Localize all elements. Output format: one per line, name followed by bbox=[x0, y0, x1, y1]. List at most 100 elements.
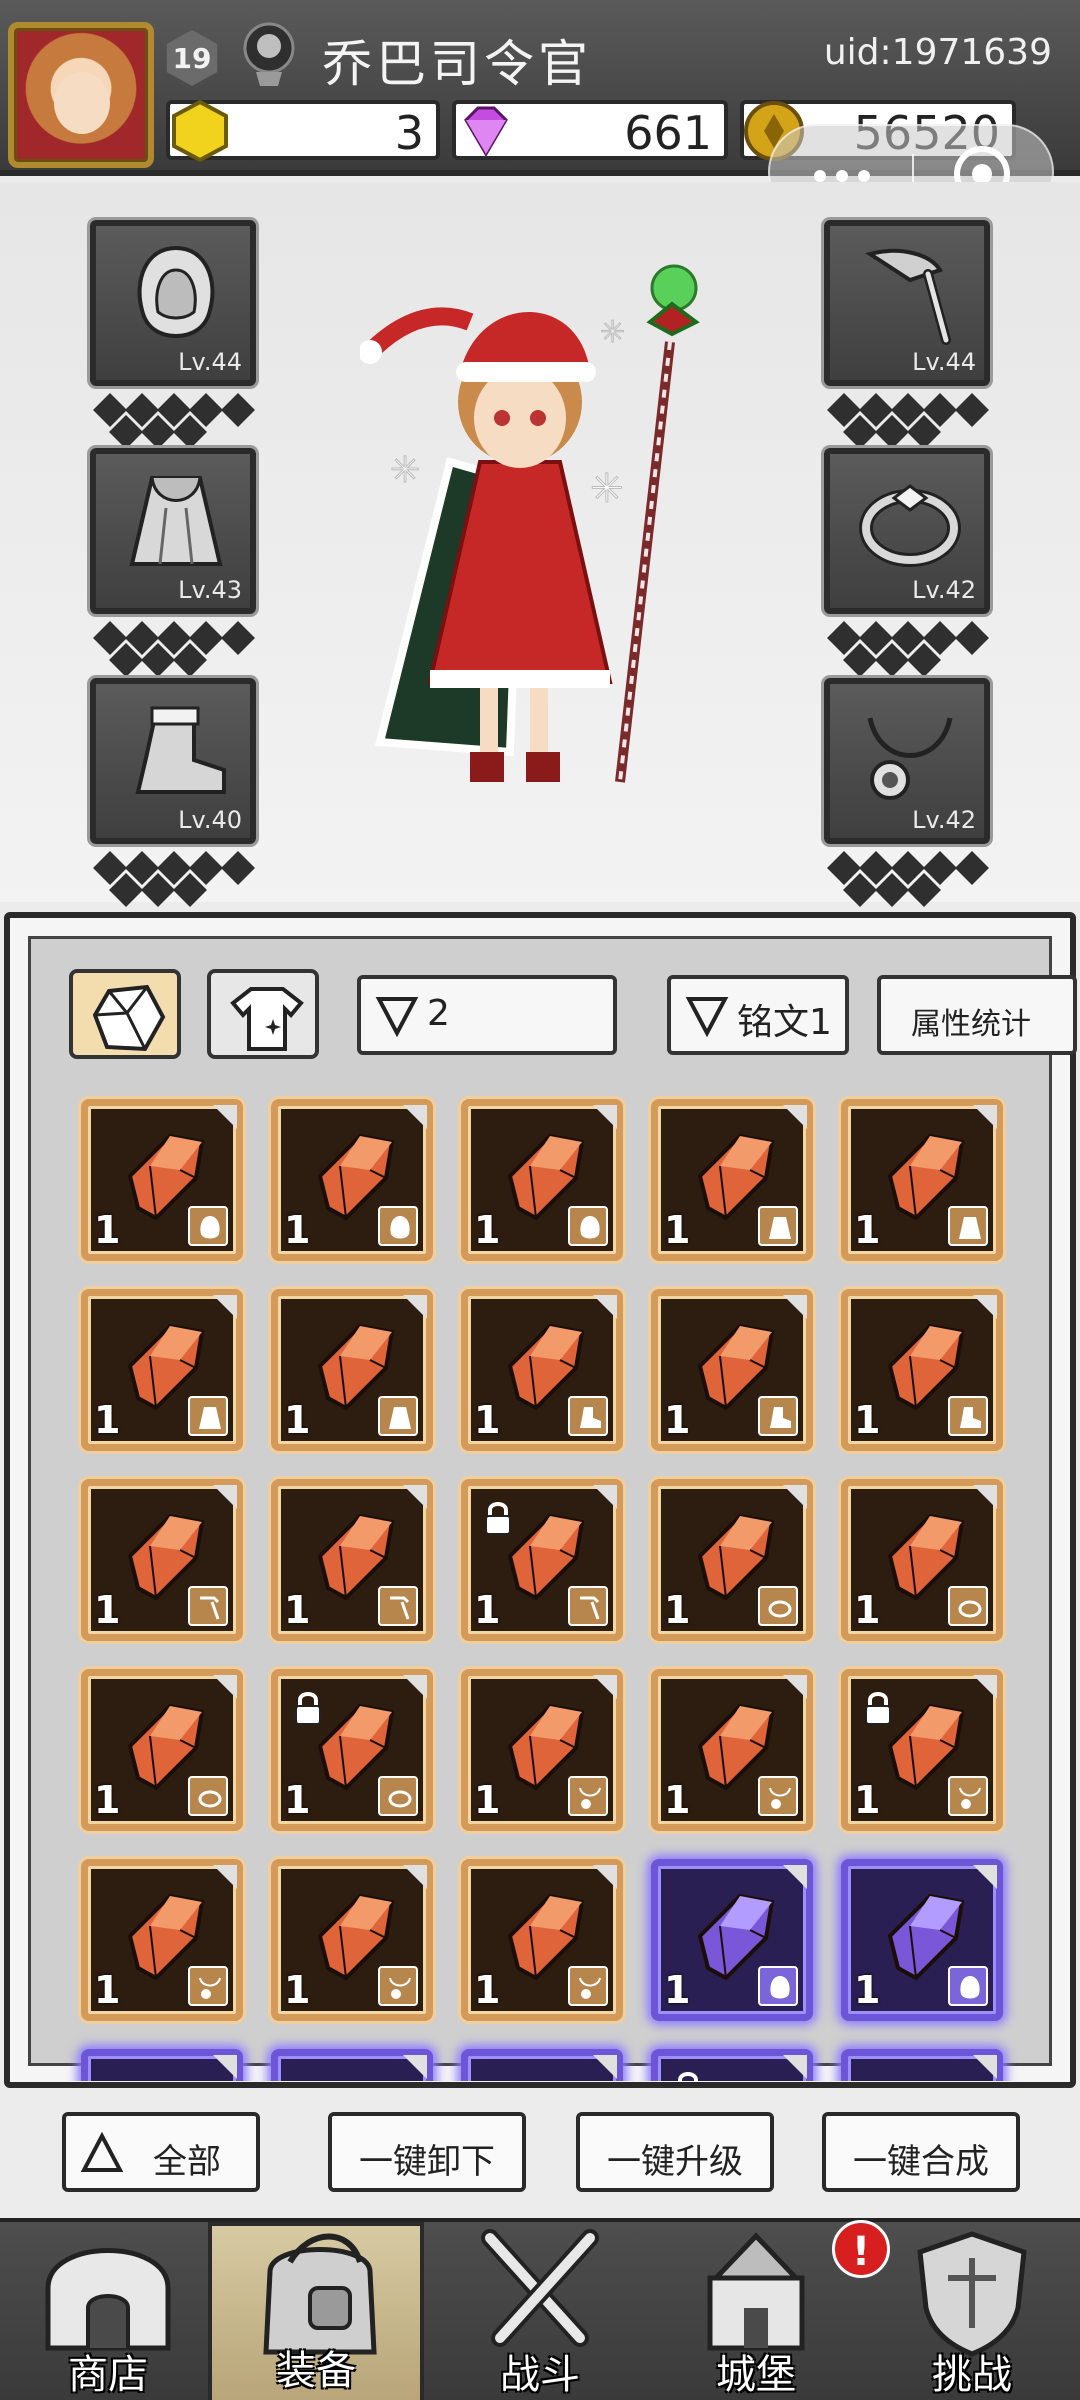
item-quantity: 1 bbox=[94, 1588, 121, 1632]
gem-sockets bbox=[824, 620, 990, 677]
rank-trophy-icon[interactable] bbox=[238, 20, 300, 92]
attribute-stats-label: 属性统计 bbox=[911, 1007, 1031, 1042]
staff-type-icon bbox=[200, 1596, 220, 1620]
castle-icon bbox=[707, 2232, 805, 2351]
bottom-nav: 商店 装备 战斗 城堡 挑战 bbox=[0, 2218, 1080, 2400]
more-icon[interactable] bbox=[814, 170, 870, 182]
shop-icon bbox=[45, 2248, 171, 2351]
filter-all-button[interactable]: 全部 bbox=[62, 2112, 260, 2192]
inventory-grid[interactable]: 1 1 1 1 1 1 1 1 1 1 1 1 1 1 1 1 1 1 1 1 1 1 1 1 1 bbox=[57, 1079, 1061, 2081]
item-quantity: 1 bbox=[284, 1778, 311, 1822]
hero-character[interactable]: ✳ ✳ ✳ bbox=[360, 222, 720, 822]
equip-slot-staff[interactable]: Lv.44 bbox=[824, 220, 990, 386]
inventory-item[interactable]: 1 bbox=[461, 1099, 623, 1261]
unload-all-button[interactable]: 一键卸下 bbox=[328, 2112, 526, 2192]
inventory-item[interactable] bbox=[651, 2049, 813, 2081]
inventory-item[interactable]: 1 bbox=[81, 1099, 243, 1261]
rune-crystal-icon bbox=[300, 2072, 410, 2081]
equip-slot-level: Lv.43 bbox=[178, 576, 242, 604]
inventory-item[interactable]: 1 bbox=[81, 1479, 243, 1641]
item-quantity: 1 bbox=[284, 1588, 311, 1632]
tab-outfit[interactable] bbox=[207, 969, 319, 1059]
attribute-stats-button[interactable]: 属性统计 bbox=[877, 975, 1077, 1055]
equip-slot-ring[interactable]: Lv.42 bbox=[824, 448, 990, 614]
item-type-badge bbox=[758, 1966, 798, 2006]
merge-all-button[interactable]: 一键合成 bbox=[822, 2112, 1020, 2192]
item-quantity: 1 bbox=[474, 1778, 501, 1822]
item-quantity: 1 bbox=[94, 1398, 121, 1442]
svg-text:✳: ✳ bbox=[390, 450, 420, 491]
inventory-item[interactable]: 1 bbox=[271, 1669, 433, 1831]
inventory-item[interactable]: 1 bbox=[841, 1289, 1003, 1451]
inventory-item[interactable]: 1 bbox=[461, 1289, 623, 1451]
svg-text:✳: ✳ bbox=[590, 466, 624, 512]
inventory-item[interactable]: 1 bbox=[841, 1859, 1003, 2021]
inventory-item[interactable]: 1 bbox=[651, 1859, 813, 2021]
inventory-item[interactable]: 1 bbox=[651, 1479, 813, 1641]
inventory-item[interactable]: 1 bbox=[81, 1289, 243, 1451]
item-quantity: 1 bbox=[664, 1398, 691, 1442]
currency-diamond-value: 661 bbox=[624, 106, 712, 160]
item-quantity: 1 bbox=[474, 1398, 501, 1442]
item-type-badge bbox=[188, 1586, 228, 1626]
equip-slot-boot[interactable]: Lv.40 bbox=[90, 678, 256, 844]
upgrade-all-button[interactable]: 一键升级 bbox=[576, 2112, 774, 2192]
nav-challenge[interactable]: 挑战 bbox=[864, 2222, 1080, 2400]
inventory-item[interactable]: 1 bbox=[271, 1479, 433, 1641]
item-type-badge bbox=[568, 1966, 608, 2006]
item-type-badge bbox=[758, 1396, 798, 1436]
player-level-badge: 19 bbox=[166, 30, 218, 86]
equip-slot-level: Lv.44 bbox=[912, 348, 976, 376]
item-quantity: 1 bbox=[94, 1208, 121, 1252]
inventory-item[interactable]: 1 bbox=[651, 1289, 813, 1451]
inventory-panel: 2 铭文1 属性统计 1 1 1 1 1 1 1 1 1 1 1 1 1 1 1 1 1 1 1 1 1 1 1 1 1 bbox=[4, 912, 1077, 2088]
item-quantity: 1 bbox=[474, 1208, 501, 1252]
inventory-item[interactable] bbox=[841, 2049, 1003, 2081]
filter-all-label: 全部 bbox=[153, 2142, 221, 2182]
hood-type-icon bbox=[770, 1976, 790, 1999]
item-type-badge bbox=[378, 1776, 418, 1816]
currency-gold-hex-value: 3 bbox=[394, 106, 424, 160]
inventory-item[interactable]: 1 bbox=[271, 1859, 433, 2021]
cape-type-icon bbox=[389, 1407, 411, 1429]
player-avatar[interactable] bbox=[8, 22, 154, 168]
inventory-item[interactable] bbox=[271, 2049, 433, 2081]
inventory-item[interactable]: 1 bbox=[461, 1859, 623, 2021]
svg-text:✳: ✳ bbox=[600, 315, 625, 350]
inventory-item[interactable] bbox=[81, 2049, 243, 2081]
inventory-item[interactable]: 1 bbox=[841, 1099, 1003, 1261]
nav-equipment[interactable]: 装备 bbox=[208, 2222, 424, 2400]
nav-shop-label: 商店 bbox=[68, 2352, 148, 2398]
hood-type-icon bbox=[580, 1216, 600, 1239]
currency-gold-hex[interactable]: 3 bbox=[166, 99, 440, 163]
inventory-item[interactable]: 1 bbox=[271, 1099, 433, 1261]
inventory-item[interactable]: 1 bbox=[461, 1669, 623, 1831]
inventory-item[interactable] bbox=[461, 2049, 623, 2081]
inventory-item[interactable]: 1 bbox=[841, 1479, 1003, 1641]
rune-crystal-icon bbox=[490, 2072, 600, 2081]
equip-slot-cape[interactable]: Lv.43 bbox=[90, 448, 256, 614]
item-quantity: 1 bbox=[664, 1588, 691, 1632]
item-type-badge bbox=[758, 1586, 798, 1626]
equip-slot-necklace[interactable]: Lv.42 bbox=[824, 678, 990, 844]
ring-type-icon bbox=[768, 1600, 792, 1618]
inventory-item[interactable]: 1 bbox=[651, 1669, 813, 1831]
cape-type-icon bbox=[769, 1217, 791, 1239]
rune-filter-dropdown[interactable]: 铭文1 bbox=[667, 975, 849, 1055]
tab-runes[interactable] bbox=[69, 969, 181, 1059]
nav-battle-label: 战斗 bbox=[500, 2352, 580, 2398]
inventory-item[interactable]: 1 bbox=[271, 1289, 433, 1451]
nav-shop[interactable]: 商店 bbox=[0, 2222, 216, 2400]
inventory-item[interactable]: 1 bbox=[81, 1669, 243, 1831]
inventory-item[interactable]: 1 bbox=[461, 1479, 623, 1641]
inventory-item[interactable]: 1 bbox=[81, 1859, 243, 2021]
item-type-badge bbox=[948, 1206, 988, 1246]
currency-diamond[interactable]: 661 bbox=[452, 100, 728, 160]
nav-battle[interactable]: 战斗 bbox=[432, 2222, 648, 2400]
cape-type-icon bbox=[959, 1217, 981, 1239]
item-quantity: 1 bbox=[474, 1968, 501, 2012]
inventory-item[interactable]: 1 bbox=[651, 1099, 813, 1261]
equip-slot-hood[interactable]: Lv.44 bbox=[90, 220, 256, 386]
inventory-item[interactable]: 1 bbox=[841, 1669, 1003, 1831]
level-filter-dropdown[interactable]: 2 bbox=[357, 975, 617, 1055]
